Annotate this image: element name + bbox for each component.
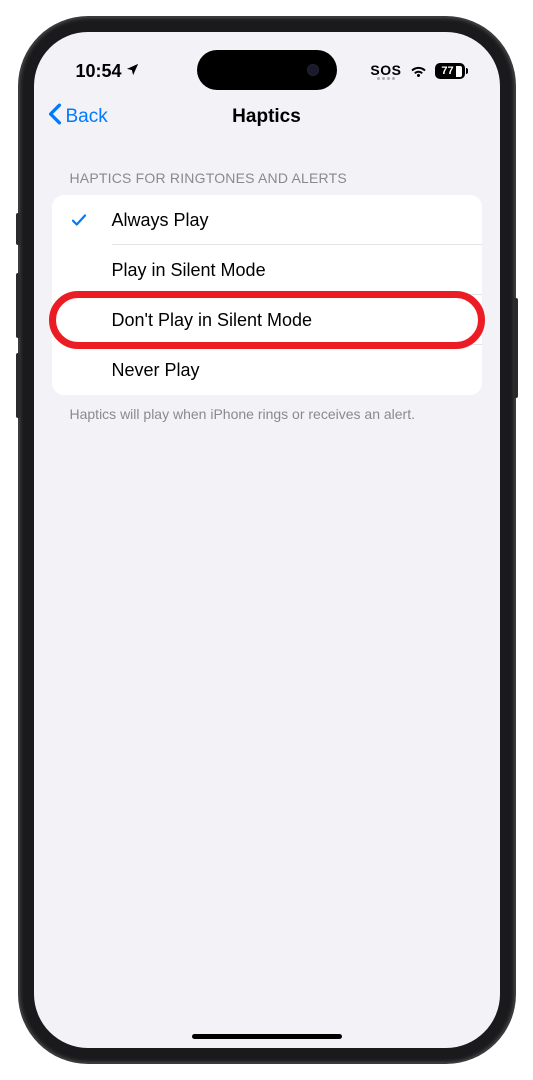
volume-down-button[interactable] <box>16 353 20 418</box>
chevron-left-icon <box>48 103 62 131</box>
silence-switch[interactable] <box>16 213 20 245</box>
phone-frame: 10:54 SOS 77 <box>20 18 514 1062</box>
option-play-silent[interactable]: Play in Silent Mode <box>52 245 482 295</box>
sos-indicator: SOS <box>370 62 401 80</box>
status-right: SOS 77 <box>370 61 467 82</box>
back-button[interactable]: Back <box>48 103 108 131</box>
dynamic-island <box>197 50 337 90</box>
content-area: HAPTICS FOR RINGTONES AND ALERTS Always … <box>34 142 500 424</box>
clock: 10:54 <box>76 61 122 82</box>
home-indicator[interactable] <box>192 1034 342 1039</box>
section-header: HAPTICS FOR RINGTONES AND ALERTS <box>52 142 482 195</box>
status-left: 10:54 <box>76 61 140 82</box>
front-camera <box>307 64 319 76</box>
screen: 10:54 SOS 77 <box>34 32 500 1048</box>
option-label: Always Play <box>112 210 209 231</box>
page-title: Haptics <box>232 106 301 128</box>
location-icon <box>125 61 140 82</box>
back-label: Back <box>66 106 108 128</box>
option-always-play[interactable]: Always Play <box>52 195 482 245</box>
option-label: Don't Play in Silent Mode <box>112 310 313 331</box>
option-never-play[interactable]: Never Play <box>52 345 482 395</box>
options-list: Always Play Play in Silent Mode Don't Pl… <box>52 195 482 395</box>
checkmark-icon <box>70 211 112 229</box>
option-dont-play-silent[interactable]: Don't Play in Silent Mode <box>52 295 482 345</box>
section-footer: Haptics will play when iPhone rings or r… <box>52 395 482 424</box>
option-label: Play in Silent Mode <box>112 260 266 281</box>
navigation-bar: Back Haptics <box>34 92 500 142</box>
battery-indicator: 77 <box>435 63 468 79</box>
power-button[interactable] <box>514 298 518 398</box>
wifi-icon <box>409 61 428 82</box>
option-label: Never Play <box>112 360 200 381</box>
volume-up-button[interactable] <box>16 273 20 338</box>
